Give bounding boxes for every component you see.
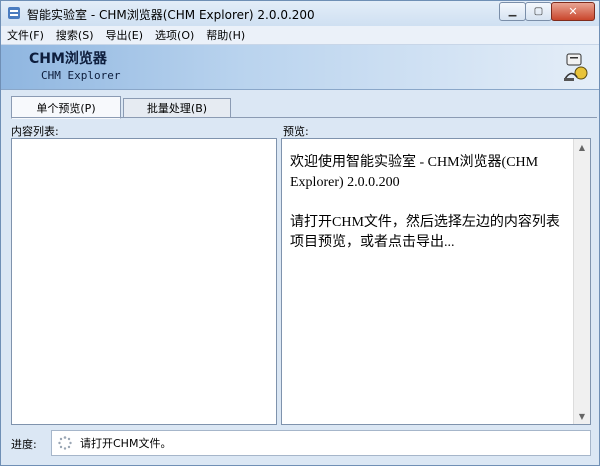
minimize-button[interactable]: ▁ bbox=[499, 2, 526, 21]
tab-batch-process[interactable]: 批量处理(B) bbox=[123, 98, 231, 118]
menu-file[interactable]: 文件(F) bbox=[1, 27, 50, 43]
scroll-up-icon: ▲ bbox=[578, 142, 586, 152]
banner: CHM浏览器 CHM Explorer bbox=[1, 45, 599, 90]
progress-label: 进度: bbox=[11, 438, 37, 451]
close-button[interactable]: ✕ bbox=[551, 2, 595, 21]
menu-help[interactable]: 帮助(H) bbox=[200, 27, 251, 43]
banner-title: CHM浏览器 bbox=[29, 51, 107, 67]
tab-divider bbox=[11, 117, 597, 118]
window-title: 智能实验室 - CHM浏览器(CHM Explorer) 2.0.0.200 bbox=[27, 8, 315, 22]
close-icon: ✕ bbox=[568, 5, 578, 18]
menu-search[interactable]: 搜索(S) bbox=[50, 27, 100, 43]
tab-single-preview[interactable]: 单个预览(P) bbox=[11, 96, 121, 119]
content-list[interactable] bbox=[11, 138, 277, 425]
preview-pane[interactable]: 欢迎使用智能实验室 - CHM浏览器(CHM Explorer) 2.0.0.2… bbox=[281, 138, 591, 425]
banner-subtitle: CHM Explorer bbox=[41, 69, 121, 82]
wizard-logo-icon bbox=[564, 53, 588, 81]
loading-spinner-icon bbox=[58, 436, 72, 450]
maximize-icon: ▢ bbox=[533, 6, 544, 17]
scroll-down-button[interactable]: ▼ bbox=[574, 408, 590, 424]
main-window: 智能实验室 - CHM浏览器(CHM Explorer) 2.0.0.200 ▁… bbox=[0, 0, 600, 466]
maximize-button[interactable]: ▢ bbox=[525, 2, 552, 21]
content-list-label: 内容列表: bbox=[11, 125, 59, 138]
app-icon bbox=[8, 7, 20, 19]
preview-scrollbar[interactable]: ▲ ▼ bbox=[573, 139, 590, 424]
preview-instruction-text: 请打开CHM文件，然后选择左边的内容列表项目预览，或者点击导出... bbox=[290, 215, 560, 250]
status-message: 请打开CHM文件。 bbox=[80, 437, 172, 450]
scroll-down-icon: ▼ bbox=[578, 411, 586, 421]
menu-export[interactable]: 导出(E) bbox=[100, 27, 150, 43]
preview-content: 欢迎使用智能实验室 - CHM浏览器(CHM Explorer) 2.0.0.2… bbox=[290, 153, 570, 273]
preview-label: 预览: bbox=[283, 125, 309, 138]
scroll-up-button[interactable]: ▲ bbox=[574, 139, 590, 155]
title-bar[interactable]: 智能实验室 - CHM浏览器(CHM Explorer) 2.0.0.200 ▁… bbox=[1, 1, 599, 26]
progress-box: 请打开CHM文件。 bbox=[51, 430, 591, 456]
caption-buttons: ▁ ▢ ✕ bbox=[499, 2, 595, 21]
menu-options[interactable]: 选项(O) bbox=[149, 27, 200, 43]
menu-bar: 文件(F) 搜索(S) 导出(E) 选项(O) 帮助(H) bbox=[1, 26, 599, 45]
preview-welcome-text: 欢迎使用智能实验室 - CHM浏览器(CHM Explorer) 2.0.0.2… bbox=[290, 155, 539, 190]
minimize-icon: ▁ bbox=[508, 6, 517, 17]
